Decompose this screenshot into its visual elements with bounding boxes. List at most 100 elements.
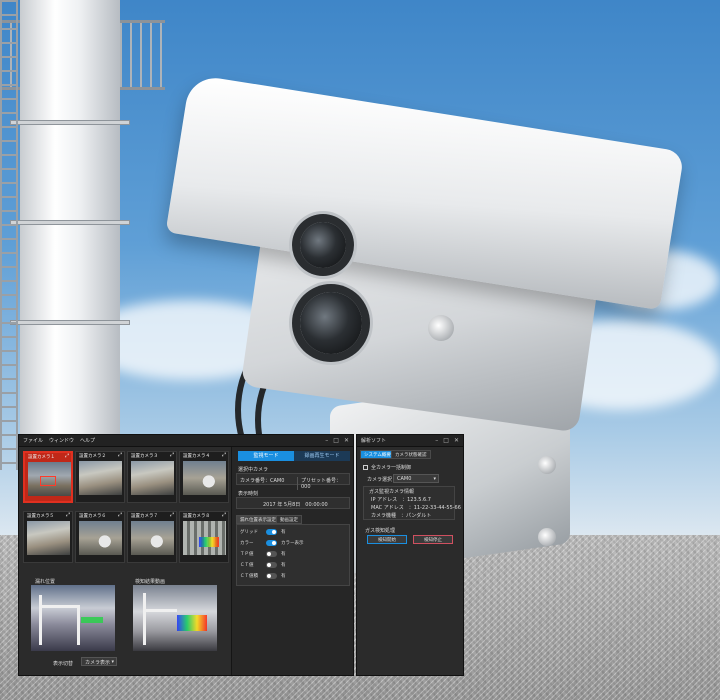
pipe-graphic [39,595,42,645]
tab-leak-display-settings[interactable]: 漏れ位置表示設定 [236,515,280,524]
camera-thumbnail [131,461,174,495]
tab-system-overview[interactable]: システム概要 [360,450,395,459]
expand-icon[interactable]: ⤢ [66,512,70,518]
camera-tile-label: 設置カメラ１ [28,455,55,460]
monitor-mode-label: 監視モード [253,453,279,459]
expand-icon[interactable]: ⤢ [65,453,69,459]
tp-toggle[interactable] [266,551,277,557]
toggle-label: グリッド [240,530,258,535]
display-switch-select[interactable]: カメラ表示 ▾ [81,657,117,666]
camera-tile-label: 設置カメラ２ [79,454,106,459]
camera-tile-7[interactable]: 設置カメラ７ ⤢ [127,511,177,563]
control-pane: 監視モード 録画再生モード 選択中カメラ カメラ番号：CAM0 プリセット番号：… [231,447,353,675]
camera-lens-small [300,222,346,268]
minimize-icon[interactable]: – [435,437,438,444]
maximize-icon[interactable]: □ [443,437,449,444]
tower-ring [10,220,130,225]
analysis-window: 解析ソフト – □ ✕ システム概要 カメラ状態確認 全カメラ一括制御 カメラ選… [356,434,464,676]
toggle-state: 有 [281,530,286,535]
tower-column [20,0,120,470]
detection-stop-button[interactable]: 検知停止 [413,535,453,544]
pipe-graphic [39,605,79,608]
expand-icon[interactable]: ⤢ [170,512,174,518]
tower-ring [10,120,130,125]
heatmap-overlay [177,615,207,631]
leak-position-view[interactable] [31,585,115,651]
leak-marker [40,476,56,486]
toggle-row-tp: ＴＰ値 有 [240,551,286,557]
tab-label: 漏れ位置表示設定 [240,518,276,523]
window-controls: – □ ✕ [325,437,349,444]
expand-icon[interactable]: ⤢ [222,512,226,518]
detection-video-view[interactable] [133,585,217,651]
camera-tile-label: 設置カメラ７ [131,514,158,519]
ct-product-toggle[interactable] [266,573,277,579]
mac-address: MAC アドレス ：11-22-33-44-55-66 [371,505,461,511]
menu-window[interactable]: ウィンドウ [49,437,74,444]
display-switch-value: カメラ表示 [85,660,111,666]
tab-camera-status[interactable]: カメラ状態確認 [391,450,431,459]
camera-model: カメラ機種 ：パンダルト [371,513,432,519]
toggle-label: ＣＴ値 [240,563,254,568]
pipe-graphic [143,609,177,612]
tower-ring [10,320,130,325]
display-time-box: 2017 年 5月8日 00:00:00 [236,497,350,509]
tab-video-settings[interactable]: 動画設定 [276,515,302,524]
toggle-row-ct-product: ＣＴ値積 有 [240,573,286,579]
expand-icon[interactable]: ⤢ [222,452,226,458]
color-toggle[interactable] [266,540,277,546]
ip-address: IP アドレス ：123.5.6.7 [371,497,431,503]
close-icon[interactable]: ✕ [344,437,349,444]
mount-bolt [538,528,556,546]
housing-bolt [428,315,454,341]
checkbox-icon[interactable] [363,465,368,470]
toggle-state: 有 [281,552,286,557]
toggle-state: 有 [281,574,286,579]
expand-icon[interactable]: ⤢ [118,512,122,518]
menu-file[interactable]: ファイル [23,437,43,444]
toggle-label: ＣＴ値積 [240,574,258,579]
selected-camera-title: 選択中カメラ [238,467,269,473]
minimize-icon[interactable]: – [325,437,328,444]
camera-tile-2[interactable]: 設置カメラ２ ⤢ [75,451,125,503]
tower-ladder [0,0,18,470]
close-icon[interactable]: ✕ [454,437,459,444]
camera-tile-4[interactable]: 設置カメラ４ ⤢ [179,451,229,503]
detection-start-button[interactable]: 検知開始 [367,535,407,544]
all-camera-label: 全カメラ一括制御 [371,465,412,471]
camera-tile-label: 設置カメラ６ [79,514,106,519]
camera-tile-6[interactable]: 設置カメラ６ ⤢ [75,511,125,563]
toggle-state: 有 [281,563,286,568]
camera-thumbnail [131,521,174,555]
camera-select[interactable]: CAM0 ▾ [393,474,439,483]
camera-lens-large [300,292,362,354]
chevron-down-icon: ▾ [433,476,436,482]
heatmap-overlay [81,617,103,623]
camera-tile-label: 設置カメラ８ [183,514,210,519]
chevron-down-icon: ▾ [111,659,114,665]
ct-toggle[interactable] [266,562,277,568]
camera-tile-3[interactable]: 設置カメラ３ ⤢ [127,451,177,503]
pipe-graphic [143,593,146,645]
camera-tile-8[interactable]: 設置カメラ８ ⤢ [179,511,229,563]
monitor-mode-button[interactable]: 監視モード [238,451,294,461]
camera-tile-1[interactable]: 設置カメラ１ ⤢ [23,451,73,503]
preset-number-value: プリセット番号：000 [297,477,349,490]
expand-icon[interactable]: ⤢ [118,452,122,458]
camera-select-value: CAM0 [397,476,412,482]
toggle-label: カラー [240,541,254,546]
all-camera-control[interactable]: 全カメラ一括制御 [363,464,411,471]
maximize-icon[interactable]: □ [333,437,339,444]
grid-toggle[interactable] [266,529,277,535]
menu-help[interactable]: ヘルプ [80,437,95,444]
toggle-row-ct: ＣＴ値 有 [240,562,286,568]
camera-tile-5[interactable]: 設置カメラ５ ⤢ [23,511,73,563]
stop-label: 検知停止 [424,538,442,543]
tab-label: 動画設定 [280,518,298,523]
record-mode-button[interactable]: 録画再生モード [294,451,350,461]
start-label: 検知開始 [378,538,396,543]
camera-thumbnail [183,521,226,555]
camera-tile-label: 設置カメラ３ [131,454,158,459]
toggle-state: カラー表示 [281,541,304,546]
expand-icon[interactable]: ⤢ [170,452,174,458]
